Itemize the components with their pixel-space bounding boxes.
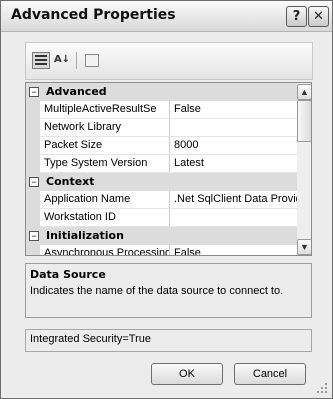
- property-row[interactable]: Packet Size 8000: [26, 137, 300, 155]
- categorized-icon: [35, 55, 47, 66]
- cancel-button[interactable]: Cancel: [234, 363, 306, 385]
- scroll-thumb[interactable]: [297, 100, 311, 142]
- property-name: MultipleActiveResultSe: [40, 101, 170, 119]
- property-row[interactable]: Asynchronous Processing False: [26, 245, 300, 255]
- description-panel: Data Source Indicates the name of the da…: [25, 263, 312, 318]
- category-label: Initialization: [46, 229, 124, 242]
- dialog-title: Advanced Properties: [11, 7, 176, 23]
- category-initialization[interactable]: − Initialization: [26, 227, 297, 245]
- category-context[interactable]: − Context: [26, 173, 297, 191]
- description-title: Data Source: [30, 268, 106, 281]
- connection-string-box[interactable]: Integrated Security=True: [25, 329, 312, 352]
- category-label: Advanced: [46, 85, 107, 98]
- property-value[interactable]: False: [171, 245, 300, 255]
- property-value[interactable]: Latest: [171, 155, 300, 173]
- description-text: Indicates the name of the data source to…: [30, 285, 284, 297]
- property-value[interactable]: 8000: [171, 137, 300, 155]
- collapse-icon[interactable]: −: [29, 177, 39, 187]
- alphabetical-view-button[interactable]: A↓: [53, 52, 71, 68]
- property-name: Type System Version: [40, 155, 170, 173]
- property-name: Network Library: [40, 119, 170, 137]
- property-name: Packet Size: [40, 137, 170, 155]
- sort-alphabetical-icon: A↓: [53, 54, 71, 65]
- property-name: Application Name: [40, 191, 170, 209]
- grid-scrollbar[interactable]: ▲ ▼: [297, 83, 311, 255]
- property-row[interactable]: Application Name .Net SqlClient Data Pro…: [26, 191, 300, 209]
- help-button[interactable]: ?: [286, 6, 307, 27]
- property-row[interactable]: MultipleActiveResultSe False: [26, 101, 300, 119]
- property-value[interactable]: False: [171, 101, 300, 119]
- property-name: Asynchronous Processing: [40, 245, 170, 255]
- connection-string-text: Integrated Security=True: [30, 333, 151, 345]
- property-name: Workstation ID: [40, 209, 170, 227]
- property-grid-toolbar: A↓: [25, 42, 313, 80]
- collapse-icon[interactable]: −: [29, 87, 39, 97]
- toolbar-separator: [76, 52, 77, 69]
- ok-button[interactable]: OK: [151, 363, 223, 385]
- collapse-icon[interactable]: −: [29, 231, 39, 241]
- property-value[interactable]: [171, 209, 300, 227]
- property-row[interactable]: Network Library: [26, 119, 300, 137]
- property-row[interactable]: Workstation ID: [26, 209, 300, 227]
- category-advanced[interactable]: − Advanced: [26, 83, 297, 101]
- category-label: Context: [46, 175, 95, 188]
- advanced-properties-dialog: Advanced Properties ? ✕ A↓ − Advanced Mu…: [0, 0, 333, 399]
- close-button[interactable]: ✕: [308, 6, 329, 27]
- categorized-view-button[interactable]: [32, 52, 50, 69]
- property-value[interactable]: .Net SqlClient Data Provid: [171, 191, 300, 209]
- scroll-down-button[interactable]: ▼: [297, 239, 311, 255]
- property-value[interactable]: [171, 119, 300, 137]
- property-row[interactable]: Type System Version Latest: [26, 155, 300, 173]
- property-pages-button[interactable]: [82, 52, 100, 68]
- resize-grip[interactable]: [316, 382, 328, 394]
- title-bar[interactable]: Advanced Properties ? ✕: [1, 1, 332, 32]
- property-pages-icon: [85, 54, 99, 67]
- scroll-up-button[interactable]: ▲: [297, 84, 311, 100]
- property-grid: − Advanced MultipleActiveResultSe False …: [25, 82, 312, 256]
